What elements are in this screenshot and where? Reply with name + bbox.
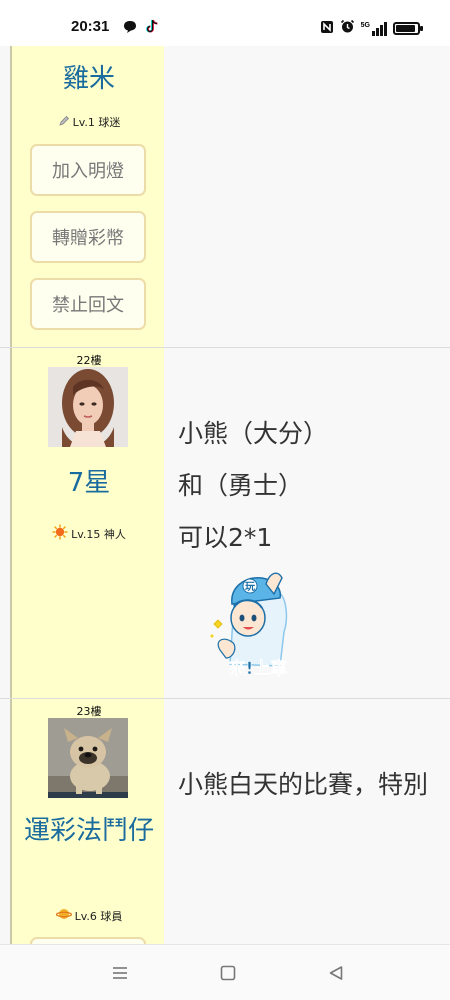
system-nav-bar	[0, 944, 450, 1000]
pencil-icon	[58, 115, 70, 130]
author-level-text: Lv.6 球員	[74, 909, 123, 923]
sun-badge-icon	[52, 524, 68, 543]
post-item: 雞米 Lv.1 球迷 加入明燈 轉贈彩幣 禁止回文	[0, 46, 450, 348]
post-text-line: 和（勇士）	[178, 471, 304, 500]
post-text-line: 可以2*1	[178, 523, 273, 552]
thread-list[interactable]: 雞米 Lv.1 球迷 加入明燈 轉贈彩幣 禁止回文 22樓 7星 Lv.15 神…	[0, 46, 450, 944]
back-icon[interactable]	[325, 962, 347, 984]
alarm-icon	[340, 19, 355, 38]
post-item: 23樓 運彩法鬥仔 Lv.6 球員 小熊白天的比賽，特別	[0, 699, 450, 944]
come-aboard-sticker: 玩 來!上車	[204, 564, 304, 682]
block-reply-button[interactable]: 禁止回文	[30, 278, 146, 330]
author-name[interactable]: 雞米	[12, 60, 166, 98]
author-panel: 雞米 Lv.1 球迷 加入明燈 轉贈彩幣 禁止回文	[10, 46, 164, 347]
author-level-text: Lv.15 神人	[71, 527, 126, 541]
dog-photo-avatar[interactable]	[48, 718, 128, 798]
planet-badge-icon	[55, 907, 72, 924]
chat-bubble-icon	[123, 19, 137, 38]
add-beacon-button[interactable]: 加入明燈	[30, 144, 146, 196]
battery-icon	[393, 22, 423, 35]
menu-icon[interactable]	[109, 962, 131, 984]
author-panel: 22樓 7星 Lv.15 神人	[10, 348, 164, 698]
post-content: 小熊白天的比賽，特別	[164, 699, 450, 944]
author-level: Lv.15 神人	[12, 524, 166, 543]
author-level: Lv.1 球迷	[12, 114, 166, 130]
sticker-text: 來!上車	[229, 658, 288, 679]
floor-number: 23樓	[76, 705, 102, 718]
post-text-line: 小熊（大分）	[178, 419, 329, 448]
5g-signal-icon: 5G	[361, 21, 387, 36]
add-beacon-button[interactable]	[30, 937, 146, 944]
author-name[interactable]: 運彩法鬥仔	[12, 811, 166, 851]
tiktok-icon	[145, 19, 159, 38]
home-icon[interactable]	[217, 962, 239, 984]
post-text-line: 小熊白天的比賽，特別	[178, 770, 429, 799]
gift-coins-button[interactable]: 轉贈彩幣	[30, 211, 146, 263]
post-content	[164, 46, 450, 347]
floor-number: 22樓	[76, 354, 102, 367]
status-bar: 20:31 5G	[0, 0, 450, 46]
author-level: Lv.6 球員	[12, 907, 166, 924]
post-content: 小熊（大分） 和（勇士） 可以2*1 玩 來!上車	[164, 348, 450, 698]
post-item: 22樓 7星 Lv.15 神人 小熊（大分） 和（勇士） 可以2*1 玩 來!上…	[0, 348, 450, 699]
user-photo-avatar[interactable]	[48, 367, 128, 447]
author-name[interactable]: 7星	[12, 464, 166, 502]
author-level-text: Lv.1 球迷	[72, 116, 121, 129]
author-panel: 23樓 運彩法鬥仔 Lv.6 球員	[10, 699, 164, 944]
sticker-cap-text: 玩	[245, 581, 255, 593]
nfc-icon	[320, 19, 334, 38]
status-time: 20:31	[71, 18, 110, 35]
